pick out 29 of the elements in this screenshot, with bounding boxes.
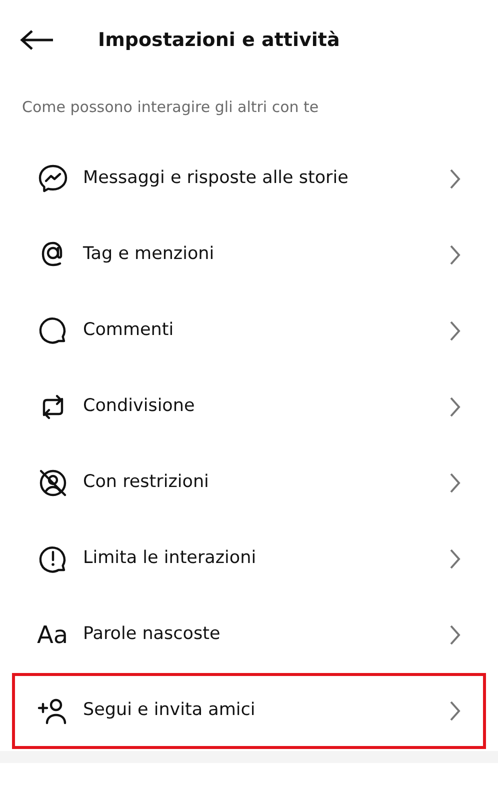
row-label: Commenti — [83, 319, 175, 342]
text-size-icon: Aa — [37, 622, 69, 646]
row-label: Segui e invita amici — [83, 699, 256, 722]
settings-row[interactable]: Condivisione — [12, 368, 486, 444]
chevron-icon — [449, 168, 461, 190]
row-label: Tag e menzioni — [83, 243, 216, 266]
back-arrow-icon[interactable] — [20, 29, 54, 51]
settings-row[interactable]: Segui e invita amici — [12, 672, 486, 748]
row-label: Limita le interazioni — [83, 547, 258, 570]
chevron-icon — [449, 320, 461, 342]
settings-row[interactable]: Commenti — [12, 292, 486, 368]
section-title: Come possono interagire gli altri con te — [21, 97, 320, 118]
row-label: Messaggi e risposte alle storie — [83, 167, 350, 190]
settings-row[interactable]: Limita le interazioni — [12, 520, 486, 596]
page-title: Impostazioni e attività — [98, 28, 340, 53]
row-label: Condivisione — [83, 395, 196, 418]
chevron-icon — [449, 548, 461, 570]
settings-row[interactable]: Tag e menzioni — [12, 216, 486, 292]
chevron-icon — [449, 700, 461, 722]
settings-row[interactable]: Aa Parole nascoste — [12, 596, 486, 672]
settings-row[interactable]: Messaggi e risposte alle storie — [12, 140, 486, 216]
chevron-icon — [449, 472, 461, 494]
settings-row[interactable]: Con restrizioni — [12, 444, 486, 520]
row-label: Parole nascoste — [83, 623, 222, 646]
row-label: Con restrizioni — [83, 471, 210, 494]
chat-bubble-icon — [37, 162, 69, 194]
chevron-icon — [449, 244, 461, 266]
chevron-icon — [449, 624, 461, 646]
chevron-icon — [449, 396, 461, 418]
